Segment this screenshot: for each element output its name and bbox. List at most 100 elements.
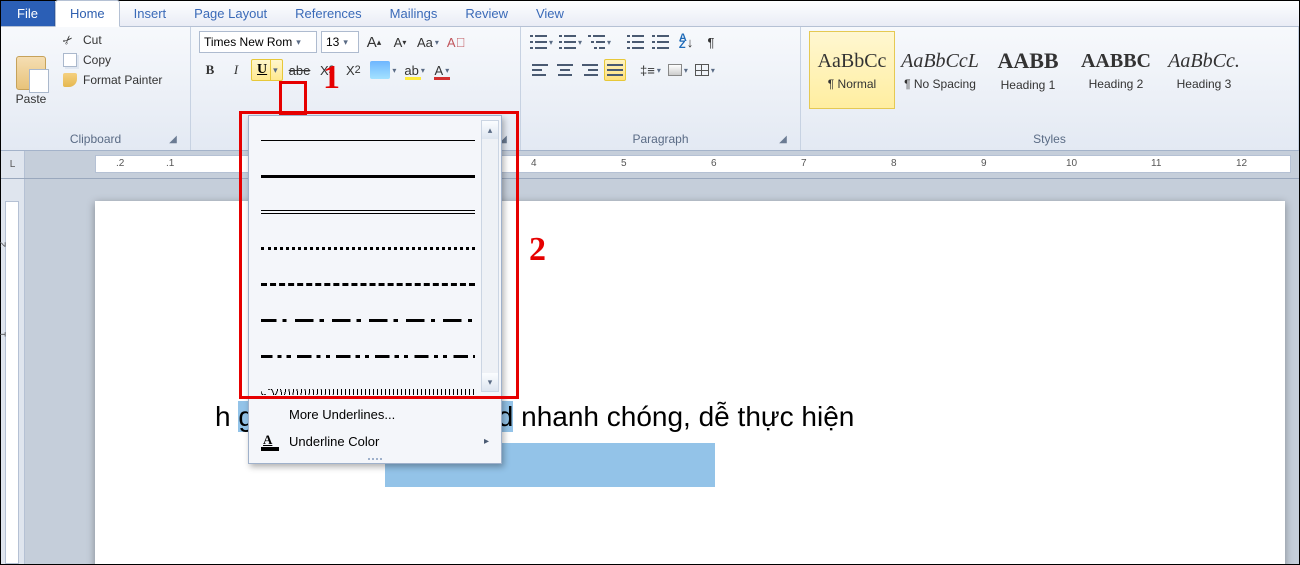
clear-formatting-button[interactable]: A⃠ [445, 31, 467, 53]
italic-button[interactable]: I [225, 59, 247, 81]
highlight-icon: ab [404, 63, 418, 78]
underline-split-button[interactable]: U ▾ [251, 59, 283, 81]
highlight-button[interactable]: ab [402, 59, 426, 81]
line-spacing-icon: ‡≡ [640, 63, 655, 78]
decrease-indent-icon [628, 35, 644, 49]
bullets-icon [531, 35, 547, 49]
dropdown-scrollbar[interactable]: ▴ ▾ [481, 120, 499, 392]
text-effects-button[interactable] [368, 59, 398, 81]
file-tab[interactable]: File [1, 1, 55, 26]
underline-color-item[interactable]: Underline Color ▸ [249, 428, 501, 455]
shading-icon [668, 64, 682, 76]
borders-button[interactable] [693, 59, 717, 81]
increase-indent-button[interactable] [650, 31, 672, 53]
tab-page-layout[interactable]: Page Layout [180, 1, 281, 26]
justify-button[interactable] [604, 59, 626, 81]
underline-style-list: ▴ ▾ [249, 116, 501, 396]
decrease-indent-button[interactable] [625, 31, 647, 53]
underline-dropdown-arrow[interactable]: ▾ [270, 60, 280, 80]
format-painter-button[interactable]: Format Painter [59, 71, 166, 89]
vertical-ruler[interactable]: 2 1 [1, 179, 25, 564]
increase-indent-icon [653, 35, 669, 49]
underline-style-dashed[interactable] [261, 266, 497, 302]
shading-button[interactable] [666, 59, 690, 81]
shrink-font-button[interactable]: A▾ [389, 31, 411, 53]
underline-style-wave[interactable] [261, 374, 497, 396]
change-case-button[interactable]: Aa [415, 31, 441, 53]
cut-button[interactable]: ✂ Cut [59, 31, 166, 49]
scroll-down-button[interactable]: ▾ [482, 373, 498, 391]
underline-style-thick[interactable] [261, 158, 497, 194]
ribbon-tabs: File Home Insert Page Layout References … [1, 1, 1299, 27]
align-right-icon [582, 64, 598, 76]
grow-font-button[interactable]: A▴ [363, 31, 385, 53]
tab-selector[interactable]: L [1, 151, 25, 178]
numbering-button[interactable] [558, 31, 584, 53]
submenu-arrow-icon: ▸ [484, 436, 489, 447]
multilevel-list-button[interactable] [587, 31, 613, 53]
align-center-button[interactable] [554, 59, 576, 81]
tab-insert[interactable]: Insert [120, 1, 181, 26]
ribbon: Paste ✂ Cut Copy Format Painter Clipboar… [1, 27, 1299, 151]
style-heading-1[interactable]: AABB Heading 1 [985, 31, 1071, 109]
show-marks-button[interactable]: ¶ [700, 31, 722, 53]
document-area: 2 1 h gạch chân trong Word nhanh chóng, … [1, 179, 1299, 564]
justify-icon [607, 64, 623, 76]
font-name-value: Times New Rom [204, 35, 292, 49]
style-heading-2[interactable]: AABBC Heading 2 [1073, 31, 1159, 109]
group-clipboard: Paste ✂ Cut Copy Format Painter Clipboar… [1, 27, 191, 150]
sort-icon: AZ [679, 35, 687, 49]
strikethrough-button[interactable]: abe [287, 59, 313, 81]
copy-icon [63, 53, 77, 67]
paste-label: Paste [16, 92, 47, 106]
underline-icon: U [254, 62, 270, 78]
underline-style-double[interactable] [261, 194, 497, 230]
dropdown-resize-grip[interactable] [249, 455, 501, 463]
scroll-up-button[interactable]: ▴ [482, 121, 498, 139]
sort-button[interactable]: AZ↓ [675, 31, 697, 53]
more-underlines-label: More Underlines... [289, 407, 395, 422]
style-no-spacing[interactable]: AaBbCcL ¶ No Spacing [897, 31, 983, 109]
ruler-area: L .2 .1 1 2 3 4 5 6 7 8 9 10 11 12 [1, 151, 1299, 179]
styles-gallery[interactable]: AaBbCc ¶ Normal AaBbCcL ¶ No Spacing AAB… [809, 31, 1290, 130]
underline-style-dotted[interactable] [261, 230, 497, 266]
font-size-value: 13 [326, 35, 339, 49]
style-heading-3[interactable]: AaBbCc. Heading 3 [1161, 31, 1247, 109]
tab-mailings[interactable]: Mailings [376, 1, 452, 26]
paste-button[interactable]: Paste [9, 31, 53, 130]
text-effects-icon [370, 61, 390, 79]
underline-style-dash-dot[interactable] [261, 302, 497, 338]
tab-view[interactable]: View [522, 1, 578, 26]
tab-references[interactable]: References [281, 1, 375, 26]
font-color-button[interactable]: A [431, 59, 453, 81]
scissors-icon: ✂ [63, 33, 77, 47]
font-size-combo[interactable]: 13▾ [321, 31, 359, 53]
clipboard-dialog-launcher[interactable]: ◢ [166, 132, 180, 146]
format-painter-label: Format Painter [83, 73, 162, 87]
paste-icon [16, 56, 46, 90]
bullets-button[interactable] [529, 31, 555, 53]
line-spacing-button[interactable]: ‡≡ [638, 59, 663, 81]
paragraph-group-label: Paragraph ◢ [529, 130, 792, 148]
group-styles: AaBbCc ¶ Normal AaBbCcL ¶ No Spacing AAB… [801, 27, 1299, 150]
font-name-combo[interactable]: Times New Rom▾ [199, 31, 317, 53]
styles-group-label: Styles [809, 130, 1290, 148]
bold-button[interactable]: B [199, 59, 221, 81]
borders-icon [695, 64, 709, 76]
copy-button[interactable]: Copy [59, 51, 166, 69]
underline-style-single[interactable] [261, 122, 497, 158]
paragraph-dialog-launcher[interactable]: ◢ [776, 132, 790, 146]
underline-dropdown: ▴ ▾ More Underlines... Underline Color ▸ [248, 115, 502, 464]
align-right-button[interactable] [579, 59, 601, 81]
tab-home[interactable]: Home [55, 0, 120, 27]
more-underlines-item[interactable]: More Underlines... [249, 401, 501, 428]
style-normal[interactable]: AaBbCc ¶ Normal [809, 31, 895, 109]
align-center-icon [557, 64, 573, 76]
underline-style-dash-dot-dot[interactable] [261, 338, 497, 374]
numbering-icon [560, 35, 576, 49]
superscript-button[interactable]: X2 [342, 59, 364, 81]
clipboard-group-label: Clipboard ◢ [9, 130, 182, 148]
subscript-button[interactable]: X2 [316, 59, 338, 81]
align-left-button[interactable] [529, 59, 551, 81]
tab-review[interactable]: Review [451, 1, 522, 26]
